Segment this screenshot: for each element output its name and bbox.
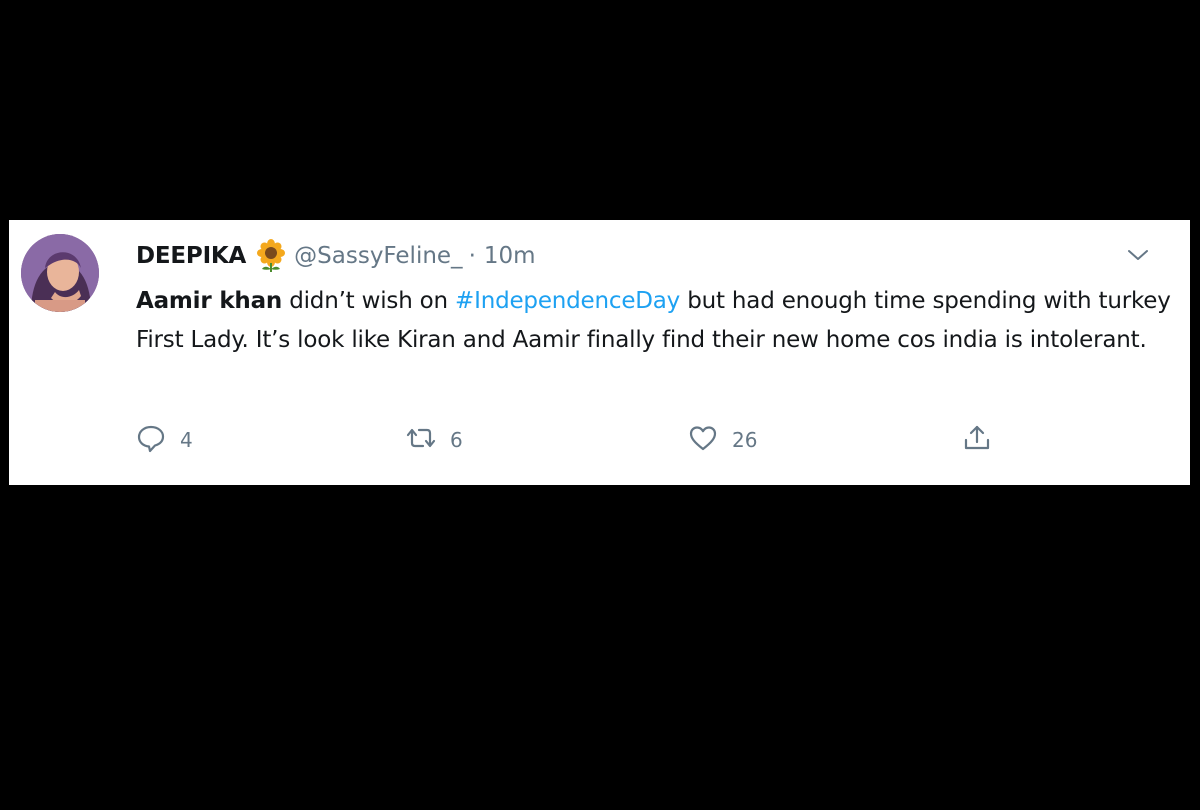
reply-button[interactable]: 4 xyxy=(136,420,193,460)
tweet-card[interactable]: DEEPIKA @SassyFeline_ · 10m Aamir khan d… xyxy=(9,220,1190,485)
hashtag-link[interactable]: #IndependenceDay xyxy=(455,288,680,314)
tweet-timestamp[interactable]: 10m xyxy=(484,243,536,269)
share-button[interactable] xyxy=(962,420,992,460)
tweet-actions: 4 6 26 xyxy=(136,420,1036,460)
reply-count: 4 xyxy=(180,428,193,452)
retweet-count: 6 xyxy=(450,428,463,452)
bold-name: Aamir khan xyxy=(136,288,283,314)
reply-icon xyxy=(136,423,166,457)
like-count: 26 xyxy=(732,428,758,452)
heart-icon xyxy=(688,423,718,457)
user-handle[interactable]: @SassyFeline_ xyxy=(294,243,462,269)
like-button[interactable]: 26 xyxy=(688,420,757,460)
share-icon xyxy=(962,423,992,457)
tweet-text-part-1: didn’t wish on xyxy=(282,288,456,314)
display-name[interactable]: DEEPIKA xyxy=(136,243,246,269)
header-separator: · xyxy=(468,243,476,269)
tweet-text: Aamir khan didn’t wish on #IndependenceD… xyxy=(136,282,1176,360)
retweet-icon xyxy=(406,423,436,457)
retweet-button[interactable]: 6 xyxy=(406,420,463,460)
sunflower-icon xyxy=(254,239,288,273)
avatar[interactable] xyxy=(21,234,99,312)
tweet-header: DEEPIKA @SassyFeline_ · 10m xyxy=(136,238,536,274)
chevron-down-icon[interactable] xyxy=(1126,246,1150,264)
